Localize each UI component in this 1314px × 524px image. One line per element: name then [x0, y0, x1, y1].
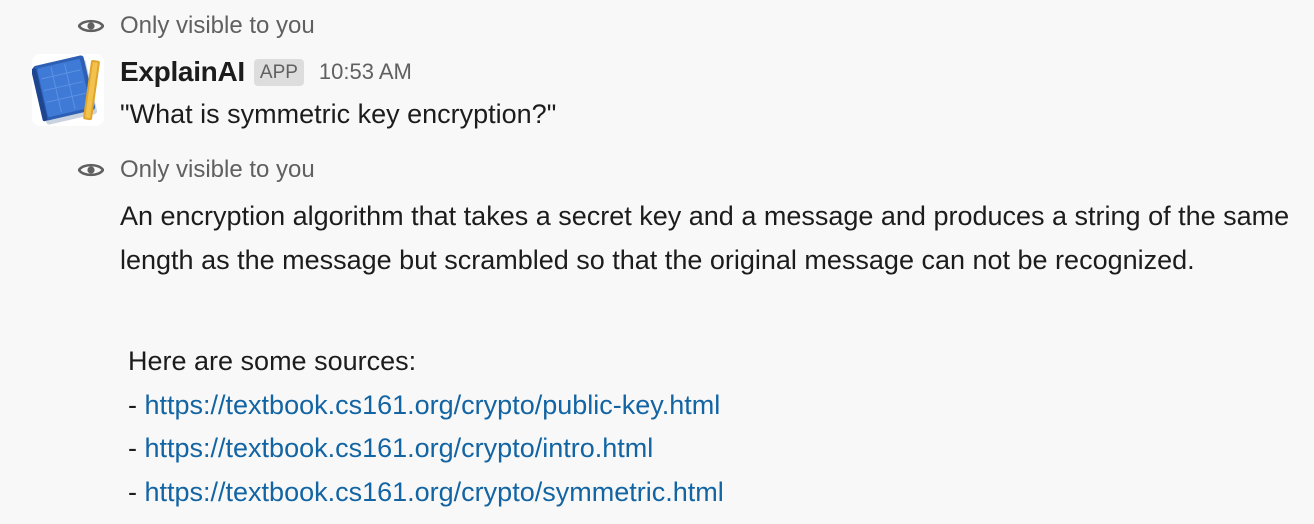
bullet-dash: - [128, 389, 145, 420]
source-link-symmetric[interactable]: https://textbook.cs161.org/crypto/symmet… [145, 477, 724, 507]
bullet-dash: - [128, 476, 145, 507]
answer-text: An encryption algorithm that takes a sec… [120, 201, 1290, 275]
visibility-notice-top: Only visible to you [78, 11, 315, 41]
source-item: - https://textbook.cs161.org/crypto/publ… [128, 384, 724, 428]
notebook-icon [32, 55, 100, 125]
source-link-public-key[interactable]: https://textbook.cs161.org/crypto/public… [145, 390, 721, 420]
visibility-notice-bottom: Only visible to you [78, 155, 315, 185]
app-badge: APP [253, 58, 304, 86]
message-timestamp[interactable]: 10:53 AM [319, 59, 412, 85]
sender-name[interactable]: ExplainAI [120, 56, 245, 88]
eye-icon [78, 19, 104, 33]
sources-block: Here are some sources: - https://textboo… [128, 340, 724, 514]
source-item: - https://textbook.cs161.org/crypto/intr… [128, 427, 724, 471]
visibility-notice-text: Only visible to you [120, 12, 315, 39]
message-question: "What is symmetric key encryption?" [120, 99, 557, 129]
sources-intro: Here are some sources: [128, 346, 417, 376]
source-item: - https://textbook.cs161.org/crypto/symm… [128, 471, 724, 515]
source-link-intro[interactable]: https://textbook.cs161.org/crypto/intro.… [145, 433, 654, 463]
avatar[interactable] [32, 54, 104, 126]
message-header: ExplainAI APP 10:53 AM [120, 52, 412, 92]
eye-icon [78, 163, 104, 177]
bullet-dash: - [128, 433, 145, 463]
visibility-notice-text: Only visible to you [120, 156, 315, 183]
